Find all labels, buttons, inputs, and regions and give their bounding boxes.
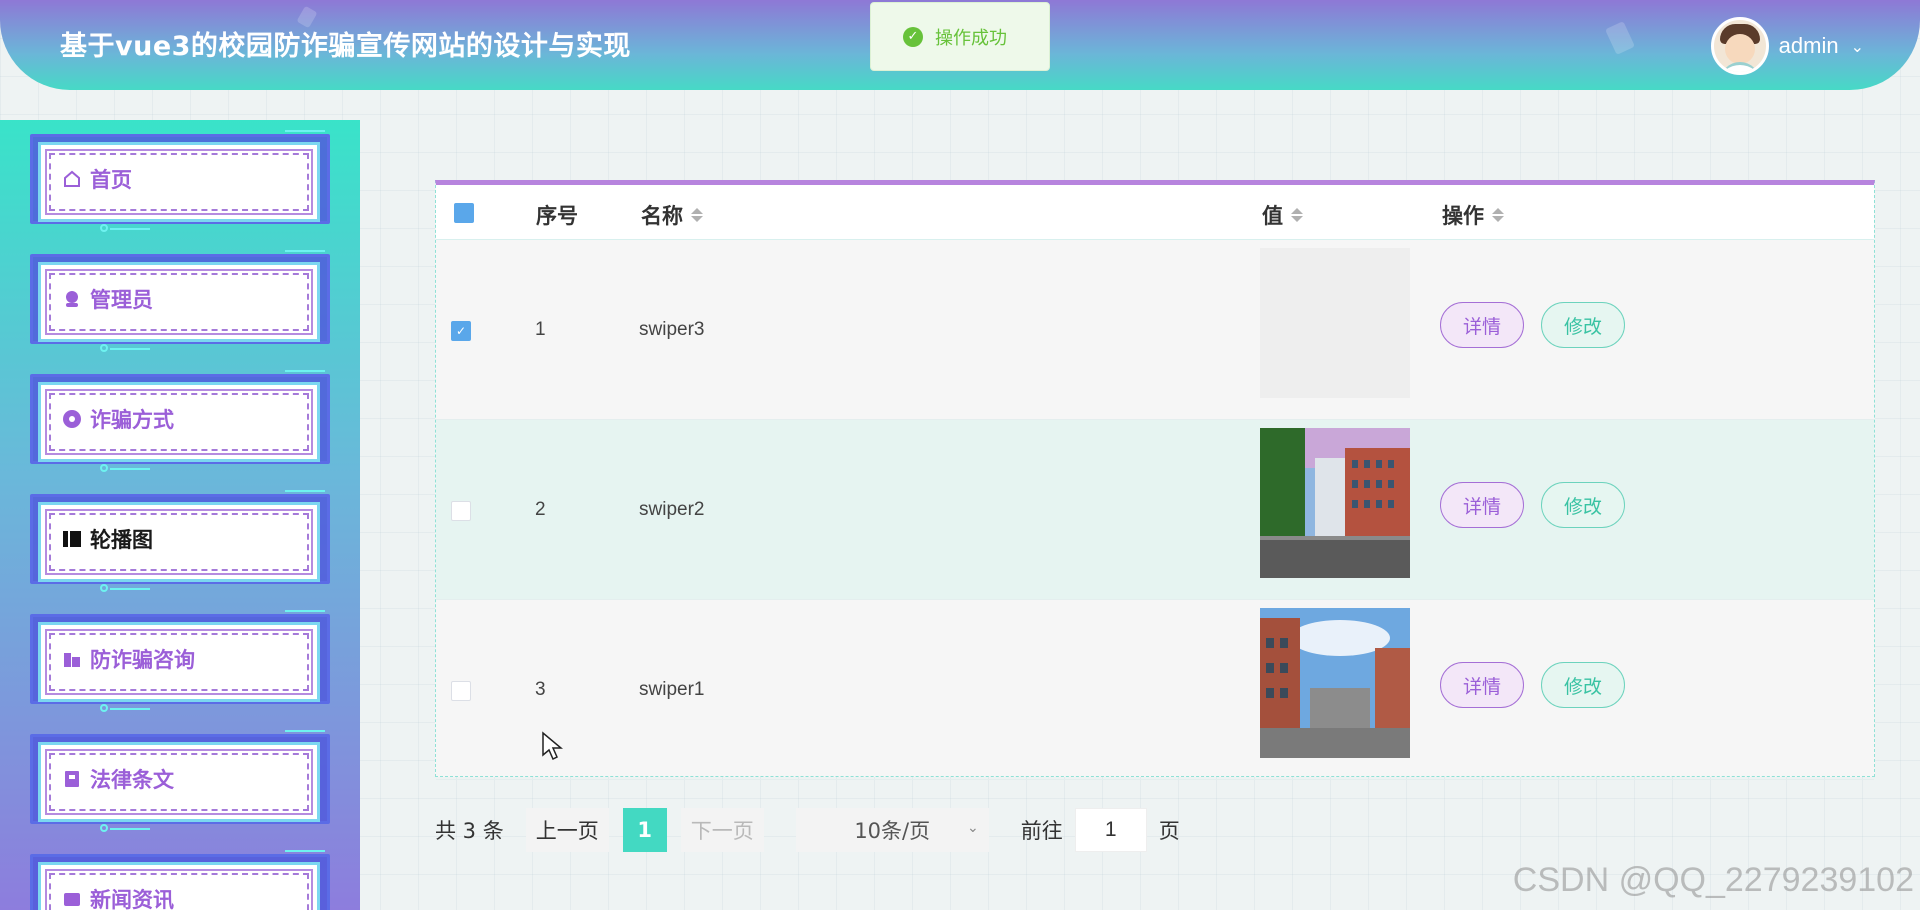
- row-checkbox[interactable]: [451, 501, 471, 521]
- column-header-action[interactable]: 操作: [1442, 200, 1504, 230]
- user-menu[interactable]: admin ⌄: [1710, 16, 1864, 76]
- sidebar-item-label: 法律条文: [90, 768, 174, 792]
- success-toast: ✓ 操作成功: [870, 2, 1050, 71]
- row-checkbox[interactable]: ✓: [451, 321, 471, 341]
- detail-button[interactable]: 详情: [1440, 302, 1525, 348]
- prev-page-button[interactable]: 上一页: [525, 808, 609, 852]
- goto-label: 前往: [1020, 819, 1063, 843]
- circle-icon: [62, 409, 82, 429]
- sort-icon[interactable]: [1291, 208, 1303, 222]
- sidebar-item-law[interactable]: 法律条文: [30, 730, 330, 832]
- edit-button[interactable]: 修改: [1541, 482, 1626, 528]
- sidebar-item-label: 新闻资讯: [90, 888, 174, 910]
- row-index: 1: [535, 319, 546, 340]
- book-icon: [62, 769, 82, 789]
- news-icon: [62, 889, 82, 909]
- page-size-select[interactable]: 10条/页 ⌄: [795, 808, 989, 852]
- select-all-checkbox[interactable]: [454, 203, 474, 223]
- avatar[interactable]: [1710, 17, 1769, 75]
- page-unit-label: 页: [1158, 819, 1180, 843]
- sidebar-item-consult[interactable]: 防诈骗咨询: [30, 610, 330, 712]
- row-index: 2: [535, 499, 546, 520]
- sidebar-item-fraud-methods[interactable]: 诈骗方式: [30, 370, 330, 472]
- pagination-total: 共 3 条: [435, 819, 504, 843]
- chevron-down-icon: ⌄: [1850, 36, 1864, 56]
- sidebar-item-label: 首页: [90, 168, 132, 192]
- user-icon: [62, 289, 82, 309]
- row-name: swiper3: [639, 319, 705, 340]
- table-row: 3 swiper1 详情 修改: [436, 600, 1874, 780]
- check-circle-icon: ✓: [903, 26, 923, 47]
- page-size-value: 10条/页: [854, 819, 931, 843]
- page-jump-input[interactable]: 1: [1074, 808, 1147, 852]
- edit-button[interactable]: 修改: [1541, 662, 1626, 708]
- table-row: 2 swiper2 详情 修改: [436, 420, 1874, 600]
- column-header-name[interactable]: 名称: [641, 200, 703, 230]
- chevron-down-icon: ⌄: [966, 820, 979, 836]
- sidebar-item-label: 诈骗方式: [90, 408, 174, 432]
- detail-button[interactable]: 详情: [1440, 662, 1525, 708]
- sidebar: 首页 管理员 诈骗方式 轮播图 防诈骗咨询 法律条文 新闻资讯: [0, 120, 360, 910]
- row-name: swiper1: [639, 679, 705, 700]
- site-title: 基于vue3的校园防诈骗宣传网站的设计与实现: [60, 31, 631, 62]
- username: admin: [1778, 33, 1839, 58]
- building-icon: [62, 649, 82, 669]
- toast-message: 操作成功: [935, 27, 1007, 49]
- sidebar-item-label: 管理员: [90, 288, 153, 312]
- sort-icon[interactable]: [691, 208, 703, 222]
- row-image-placeholder[interactable]: [1260, 248, 1410, 398]
- detail-button[interactable]: 详情: [1440, 482, 1525, 528]
- row-image[interactable]: [1260, 428, 1410, 578]
- carousel-table: 序号 名称 值 操作 ✓ 1 swiper3 详情 修改 2 swiper2 详…: [435, 180, 1875, 780]
- film-icon: [62, 529, 82, 549]
- sidebar-item-label: 轮播图: [90, 528, 153, 552]
- row-image[interactable]: [1260, 608, 1410, 758]
- sidebar-item-admin[interactable]: 管理员: [30, 250, 330, 352]
- row-checkbox[interactable]: [451, 681, 471, 701]
- row-index: 3: [535, 679, 546, 700]
- header-decoration: [1605, 21, 1635, 55]
- edit-button[interactable]: 修改: [1541, 302, 1626, 348]
- column-header-value[interactable]: 值: [1262, 200, 1303, 230]
- pagination: 共 3 条 上一页 1 下一页 10条/页 ⌄ 前往 1 页: [435, 808, 1180, 852]
- sidebar-item-label: 防诈骗咨询: [90, 648, 195, 672]
- table-row: ✓ 1 swiper3 详情 修改: [436, 240, 1874, 420]
- column-header-index: 序号: [536, 204, 578, 228]
- sidebar-item-home[interactable]: 首页: [30, 130, 330, 232]
- home-icon: [62, 169, 82, 189]
- next-page-button[interactable]: 下一页: [680, 808, 764, 852]
- sidebar-item-news[interactable]: 新闻资讯: [30, 850, 330, 910]
- sidebar-item-carousel[interactable]: 轮播图: [30, 490, 330, 592]
- row-name: swiper2: [639, 499, 705, 520]
- page-number-current[interactable]: 1: [622, 808, 667, 852]
- table-header: 序号 名称 值 操作: [436, 185, 1874, 240]
- sort-icon[interactable]: [1492, 208, 1504, 222]
- watermark: CSDN @QQ_2279239102: [1512, 861, 1914, 899]
